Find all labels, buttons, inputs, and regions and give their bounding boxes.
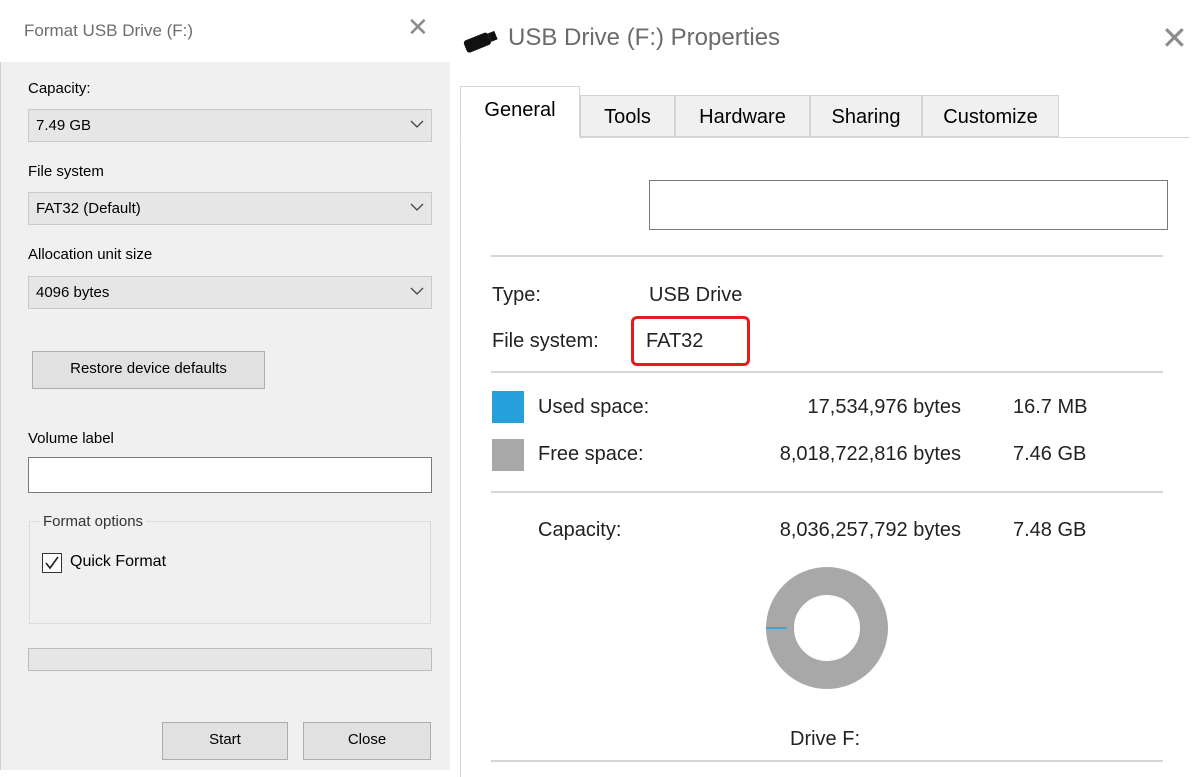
free-space-swatch [492, 439, 524, 471]
format-options-group [29, 521, 431, 624]
chevron-down-icon [410, 120, 424, 128]
usb-drive-icon [463, 30, 498, 53]
quick-format-label[interactable]: Quick Format [70, 553, 166, 571]
file-system-value-props: FAT32 [646, 330, 704, 352]
capacity-human: 7.48 GB [1013, 519, 1087, 541]
tab-sharing-label: Sharing [831, 106, 901, 128]
separator [491, 491, 1163, 493]
start-button-label: Start [209, 731, 241, 748]
allocation-unit-label: Allocation unit size [28, 246, 153, 263]
allocation-unit-value: 4096 bytes [36, 284, 110, 301]
free-space-label: Free space: [538, 443, 644, 465]
used-space-human: 16.7 MB [1013, 396, 1088, 418]
separator [491, 255, 1163, 257]
tab-tools-label: Tools [604, 106, 651, 128]
type-value: USB Drive [649, 284, 743, 306]
quick-format-checkbox[interactable] [42, 553, 62, 573]
close-button[interactable]: Close [303, 722, 431, 760]
properties-dialog-title: USB Drive (F:) Properties [508, 24, 781, 51]
tab-hardware-label: Hardware [699, 106, 786, 128]
file-system-dropdown[interactable]: FAT32 (Default) [28, 192, 432, 225]
properties-close-icon[interactable]: ✕ [1161, 22, 1188, 54]
capacity-bytes: 8,036,257,792 bytes [779, 519, 961, 541]
drive-name-input[interactable] [649, 180, 1168, 230]
separator [491, 760, 1163, 762]
separator [491, 371, 1163, 373]
capacity-value: 7.49 GB [36, 117, 92, 134]
type-label: Type: [492, 284, 541, 306]
file-system-value: FAT32 (Default) [36, 200, 141, 217]
close-button-label: Close [347, 731, 387, 748]
volume-label-label: Volume label [28, 430, 114, 447]
file-system-label-props: File system: [492, 330, 599, 352]
disk-usage-donut [766, 567, 888, 689]
format-dialog-title: Format USB Drive (F:) [24, 21, 194, 40]
capacity-label-props: Capacity: [538, 519, 622, 541]
tab-customize[interactable]: Customize [922, 95, 1059, 137]
tab-tools[interactable]: Tools [580, 95, 675, 137]
tab-general-label: General [484, 99, 556, 121]
used-space-swatch [492, 391, 524, 423]
format-progress-bar [28, 648, 432, 671]
used-space-bytes: 17,534,976 bytes [807, 396, 961, 418]
format-close-icon[interactable]: ✕ [407, 14, 429, 40]
drive-caption: Drive F: [790, 728, 860, 750]
start-button[interactable]: Start [162, 722, 288, 760]
file-system-label: File system [28, 163, 104, 180]
tab-customize-label: Customize [943, 106, 1038, 128]
restore-defaults-button[interactable]: Restore device defaults [32, 351, 265, 389]
volume-label-input[interactable] [28, 457, 432, 493]
free-space-bytes: 8,018,722,816 bytes [779, 443, 961, 465]
free-space-ring [766, 567, 888, 689]
format-options-label: Format options [40, 513, 147, 530]
checkmark-icon [45, 556, 59, 570]
capacity-label: Capacity: [28, 80, 91, 97]
tab-hardware[interactable]: Hardware [675, 95, 810, 137]
free-space-human: 7.46 GB [1013, 443, 1087, 465]
tab-sharing[interactable]: Sharing [810, 95, 922, 137]
chevron-down-icon [410, 287, 424, 295]
capacity-dropdown[interactable]: 7.49 GB [28, 109, 432, 142]
chevron-down-icon [410, 203, 424, 211]
used-space-label: Used space: [538, 396, 650, 418]
restore-defaults-label: Restore device defaults [70, 360, 227, 377]
tab-general[interactable]: General [460, 86, 580, 138]
allocation-unit-dropdown[interactable]: 4096 bytes [28, 276, 432, 309]
